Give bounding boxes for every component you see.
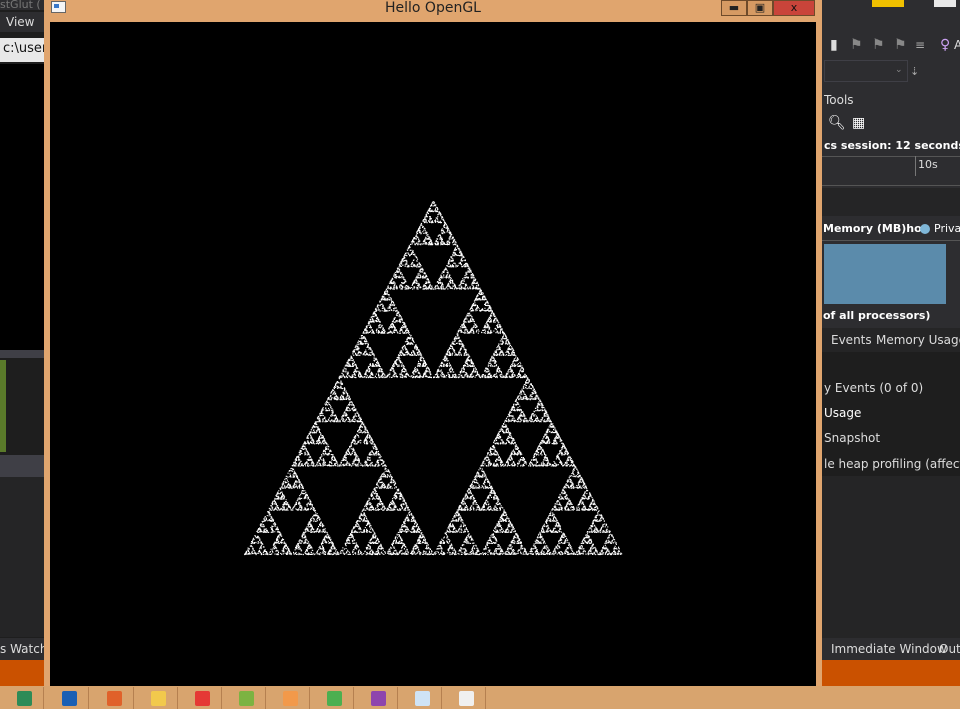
memory-graph-title: Memory (MB)hot Privat [822,220,960,238]
left-window-title: stGlut ( [0,0,46,10]
timeline-tick-label: 10s [918,158,938,171]
taskbar-app-7[interactable] [270,687,310,709]
take-snapshot-button[interactable]: Snapshot [822,428,960,448]
taskbar-app-4[interactable] [138,687,178,709]
bookmark-prev-icon[interactable]: ⚑ [850,36,863,54]
session-duration: cs session: 12 seconds [824,139,960,152]
memory-graph-area [824,244,946,304]
events-summary[interactable]: y Events (0 of 0) [822,378,960,398]
bookmark-icon[interactable]: ▮ [830,36,838,54]
window-titlebar[interactable]: Hello OpenGL ▬ ▣ x [44,0,822,22]
taskbar-app-9[interactable] [358,687,398,709]
bookmark-clear-icon[interactable]: ⚑ [894,36,907,54]
diagnostics-separator [822,188,960,216]
taskbar-app-8[interactable] [314,687,354,709]
bottom-tab-strip: Immediate Window Out [822,638,960,660]
taskbar-app-1[interactable] [4,687,44,709]
tools-label: Tools [824,93,854,107]
notification-badge[interactable] [872,0,904,7]
app-g-icon [283,691,298,706]
taskbar-app-6[interactable] [226,687,266,709]
close-button[interactable]: x [773,0,815,16]
opengl-canvas[interactable] [50,22,816,686]
left-divider-2 [0,455,46,477]
visual-studio-icon [371,691,386,706]
taskbar-app-3[interactable] [94,687,134,709]
opengl-window-icon [459,691,474,706]
bookmark-next-icon[interactable]: ⚑ [872,36,885,54]
memory-graph-axis [822,240,960,241]
timeline-tick [915,156,916,176]
left-tool-panel [0,358,46,454]
menu-view[interactable]: View [0,12,46,32]
taskbar-app-10[interactable] [402,687,442,709]
chevron-down-icon: ⌄ [895,65,903,75]
dropdown-arrow-icon[interactable]: ⇣ [910,63,919,81]
memory-usage-heading: Usage [824,406,862,420]
bulb-icon[interactable]: ♀ [940,36,950,54]
file-explorer-icon [151,691,166,706]
android-icon [239,691,254,706]
tab-events[interactable]: Events [831,331,872,349]
opengl-window[interactable]: Hello OpenGL ▬ ▣ x [44,0,822,686]
tab-output[interactable]: Out [939,638,960,660]
private-legend-label: Privat [934,222,960,235]
window-control[interactable] [934,0,956,7]
zoom-icon[interactable]: 🔍︎ [828,114,846,132]
tab-memory-usage[interactable]: Memory Usage [876,331,960,349]
tab-immediate-window[interactable]: Immediate Window [831,638,947,660]
media-player-icon [195,691,210,706]
right-accent-letter: A [954,38,960,52]
right-lower-panel [822,476,960,638]
window-title: Hello OpenGL [385,0,481,16]
maximize-button[interactable]: ▣ [747,0,773,16]
chrome-icon [327,691,342,706]
memory-title-text: Memory (MB)hot [823,222,927,235]
tools-icon-row: 🔍︎ ▦ [828,114,888,132]
left-divider [0,350,46,358]
sierpinski-triangle [50,22,816,686]
remote-desktop-icon [62,691,77,706]
process-dropdown[interactable]: ⌄ [824,60,908,82]
cpu-graph-title: of all processors) [823,309,931,322]
private-legend-dot [920,224,930,234]
taskbar-app-5[interactable] [182,687,222,709]
change-marker [0,360,6,452]
taskbar-app-2[interactable] [49,687,89,709]
minimize-button[interactable]: ▬ [721,0,747,16]
matlab-icon [107,691,122,706]
bookmark-toolbar: ▮ ⚑ ⚑ ⚑ ≡ ♀ A [822,34,960,56]
heap-profiling-option[interactable]: le heap profiling (affects pe [822,454,960,474]
taskbar-app-11[interactable] [446,687,486,709]
left-lower-panel [0,477,46,637]
chart-icon[interactable]: ▦ [852,114,865,132]
code-editor[interactable] [0,64,46,350]
bookmark-menu-icon[interactable]: ≡ [915,36,925,54]
notepad-icon [415,691,430,706]
path-field[interactable]: c:\user [0,38,46,62]
desktop-app-icon [17,691,32,706]
tab-watch[interactable]: s Watch [0,638,46,660]
